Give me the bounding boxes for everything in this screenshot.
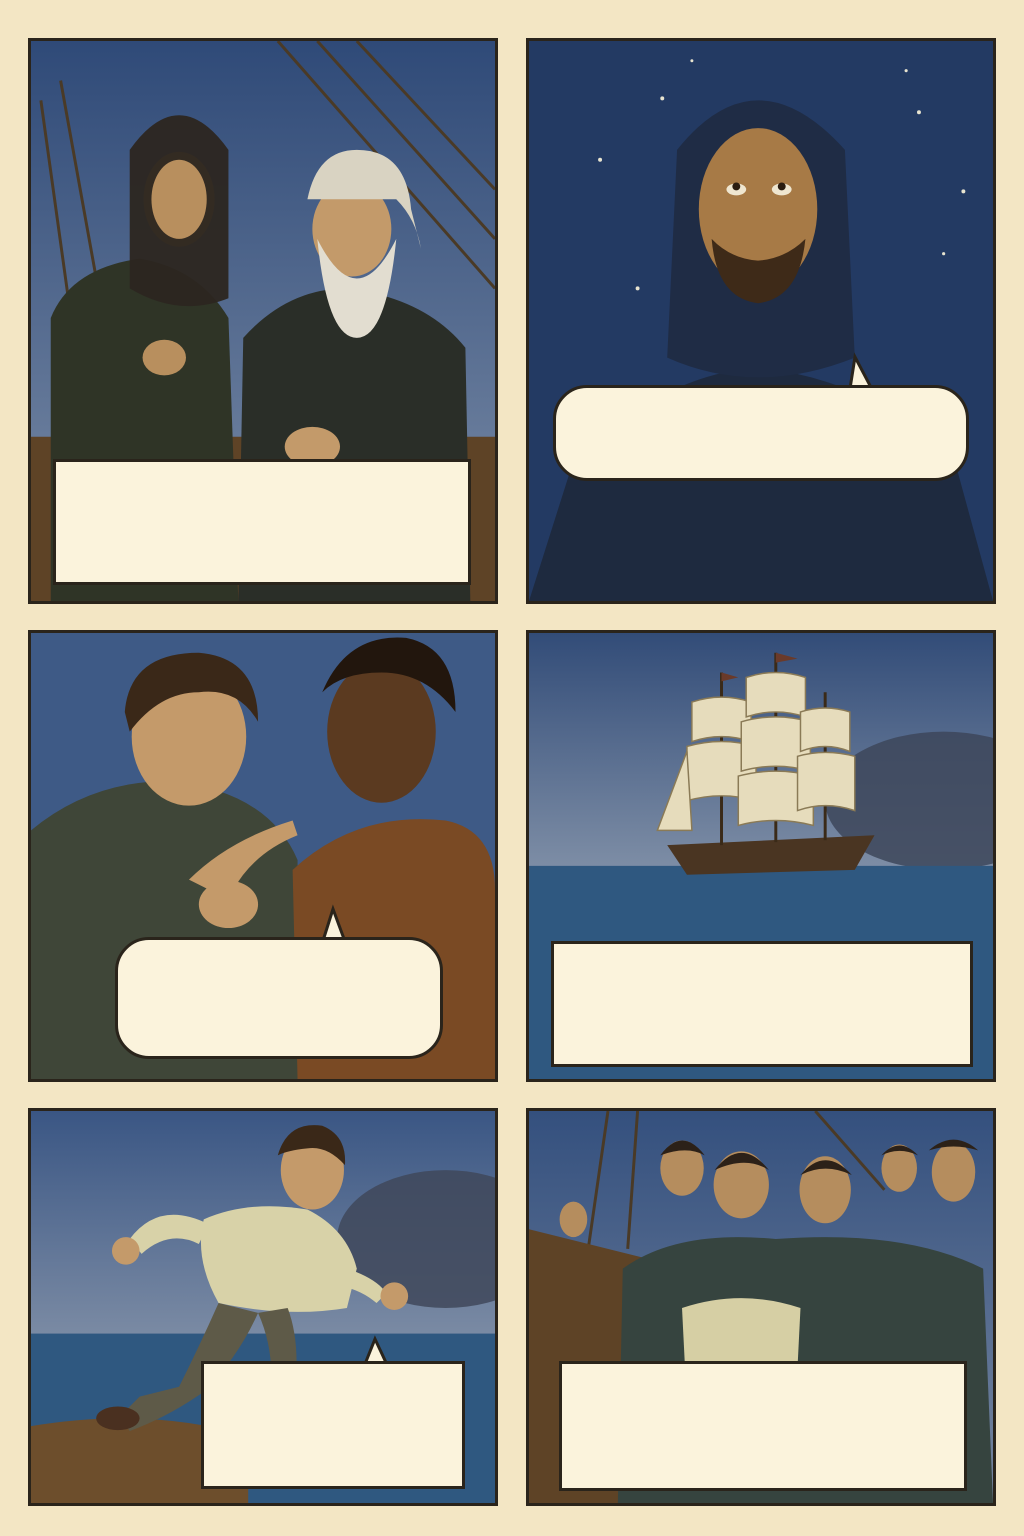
panel-6 <box>526 1108 996 1506</box>
panel-4 <box>526 630 996 1082</box>
panel-1 <box>28 38 498 604</box>
panel-3 <box>28 630 498 1082</box>
speech-box-panel-5 <box>201 1361 465 1489</box>
speech-bubble-panel-2 <box>553 385 969 481</box>
panel-2-art <box>529 41 993 601</box>
caption-box-panel-1 <box>53 459 471 585</box>
caption-box-panel-4 <box>551 941 973 1067</box>
panel-2 <box>526 38 996 604</box>
caption-box-panel-6 <box>559 1361 967 1491</box>
panel-5 <box>28 1108 498 1506</box>
speech-bubble-panel-3 <box>115 937 443 1059</box>
